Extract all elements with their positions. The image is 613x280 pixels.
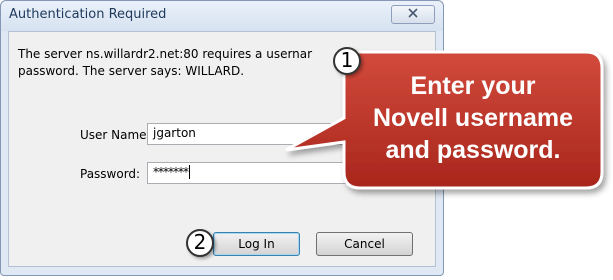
step-1-badge: 1 [333,47,361,75]
callout-line-2: Novell username [372,104,574,132]
step-2-badge: 2 [186,229,214,257]
callout-line-1: Enter your [410,72,536,100]
callout-text: Enter your Novell username and password. [347,70,599,166]
callout-line-3: and password. [385,136,561,164]
